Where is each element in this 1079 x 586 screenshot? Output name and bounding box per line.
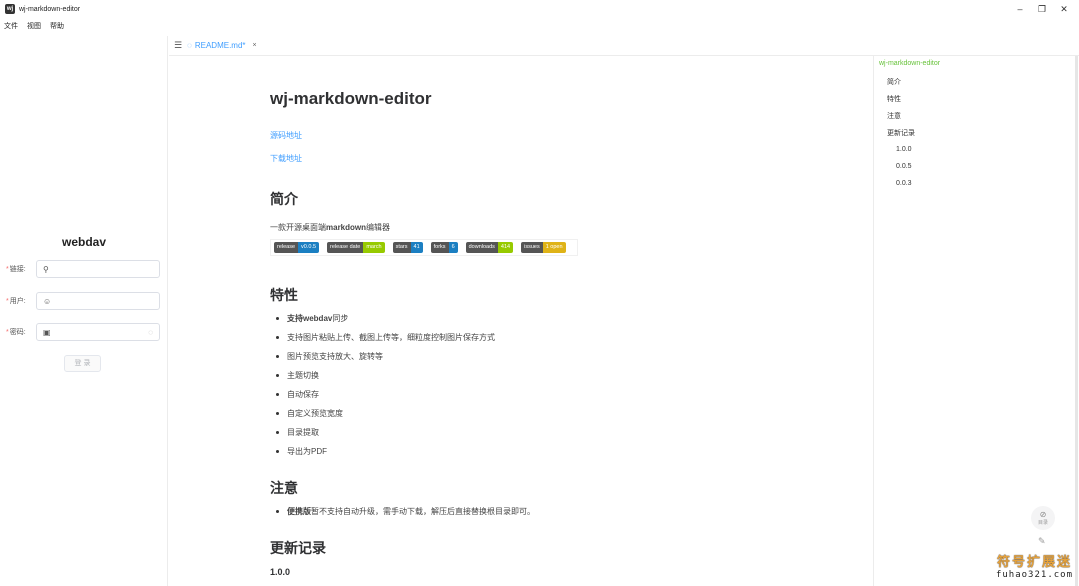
tab-bar: ☰ ◌ README.md* ×: [169, 36, 1079, 56]
webdav-login-panel: webdav *链接: ⚲ *用户: ☺ *密码: ▣ ◌ 登 录: [0, 36, 168, 586]
heading-changelog: 更新记录: [270, 540, 326, 556]
user-input[interactable]: ☺: [36, 292, 160, 310]
list-item: 便携版 暂不支持自动升级，需手动下载，解压后直接替换根目录即可。: [276, 502, 535, 521]
changelog-version: 1.0.0: [270, 567, 291, 577]
badge[interactable]: stars 41: [392, 242, 423, 253]
link-label: *链接:: [6, 266, 26, 273]
window-controls: – ❐ ✕: [1009, 0, 1075, 18]
password-input[interactable]: ▣ ◌: [36, 323, 160, 341]
badge[interactable]: release date march: [327, 242, 385, 253]
outline-item-v100[interactable]: 1.0.0: [896, 146, 912, 153]
source-link[interactable]: 源码地址: [270, 130, 302, 141]
eye-off-icon: ⊘: [1039, 510, 1047, 519]
scrollbar[interactable]: [1075, 56, 1078, 586]
badge[interactable]: forks 6: [430, 242, 458, 253]
notes-list: 便携版 暂不支持自动升级，需手动下载，解压后直接替换根目录即可。: [276, 502, 535, 521]
window-title: wj-markdown-editor: [19, 5, 81, 13]
intro-text: 一款开源桌面端markdown编辑器: [270, 223, 391, 232]
title-bar: wj wj-markdown-editor – ❐ ✕: [0, 0, 1079, 18]
list-item: 自定义预览宽度: [276, 404, 495, 423]
markdown-preview: wj-markdown-editor 源码地址 下载地址 简介 一款开源桌面端m…: [270, 56, 870, 586]
close-tab-icon[interactable]: ×: [253, 42, 257, 49]
link-icon: ⚲: [43, 264, 49, 274]
outline-toggle-icon[interactable]: ☰: [174, 40, 182, 51]
heading-features: 特性: [270, 287, 298, 303]
doc-title: wj-markdown-editor: [270, 89, 432, 108]
heading-notes: 注意: [270, 480, 298, 496]
app-icon: wj: [5, 4, 15, 14]
outline-item-intro[interactable]: 简介: [887, 77, 901, 87]
list-item: 支持webdav 同步: [276, 309, 495, 328]
login-title: webdav: [61, 235, 106, 249]
toggle-outline-button[interactable]: ⊘ 目录: [1031, 506, 1055, 530]
lock-icon: ▣: [43, 327, 51, 337]
list-item: 支持图片粘贴上传、截图上传等，细粒度控制图片保存方式: [276, 328, 495, 347]
list-item: 图片预览支持放大、旋转等: [276, 347, 495, 366]
watermark: 符号扩展迷 fuhao321.com: [996, 551, 1073, 580]
outline-item-v005[interactable]: 0.0.5: [896, 163, 912, 170]
close-button[interactable]: ✕: [1053, 0, 1075, 18]
tab-label: README.md*: [194, 41, 246, 50]
watermark-cn: 符号扩展迷: [996, 554, 1072, 569]
badge-row: release v0.0.5 release date march stars 41 for…: [270, 239, 578, 256]
menu-help[interactable]: 帮助: [50, 21, 64, 31]
edit-icon[interactable]: ✎: [1038, 536, 1046, 547]
user-icon: ☺: [43, 296, 52, 306]
badge[interactable]: downloads 414: [465, 242, 514, 253]
list-item: 自动保存: [276, 385, 495, 404]
menu-view[interactable]: 视图: [27, 21, 41, 31]
file-icon: ◌: [187, 41, 192, 50]
badge[interactable]: issues 1 open: [521, 242, 566, 253]
tab-readme[interactable]: ◌ README.md* ×: [187, 41, 257, 50]
password-label: *密码:: [6, 329, 26, 336]
outline-item-changelog[interactable]: 更新记录: [887, 128, 915, 138]
list-item: 目录提取: [276, 423, 495, 442]
outline-item-features[interactable]: 特性: [887, 94, 901, 104]
list-item: 主题切换: [276, 366, 495, 385]
outline-item-root[interactable]: wj-markdown-editor: [879, 60, 940, 67]
list-item: 导出为PDF: [276, 442, 495, 461]
badge[interactable]: release v0.0.5: [274, 242, 320, 253]
watermark-en: fuhao321.com: [995, 570, 1073, 580]
features-list: 支持webdav 同步 支持图片粘贴上传、截图上传等，细粒度控制图片保存方式 图片预览…: [276, 309, 495, 461]
link-field-row: *链接: ⚲: [6, 260, 160, 278]
minimize-button[interactable]: –: [1009, 0, 1031, 18]
menu-file[interactable]: 文件: [4, 21, 18, 31]
maximize-button[interactable]: ❐: [1031, 0, 1053, 18]
heading-intro: 简介: [270, 191, 298, 207]
outline-item-notes[interactable]: 注意: [887, 111, 901, 121]
toggle-outline-label: 目录: [1037, 520, 1048, 526]
user-field-row: *用户: ☺: [6, 292, 160, 310]
link-input[interactable]: ⚲: [36, 260, 160, 278]
download-link[interactable]: 下载地址: [270, 153, 302, 164]
menu-bar: 文件 视图 帮助: [0, 18, 73, 34]
login-button[interactable]: 登 录: [64, 355, 101, 372]
eye-off-icon[interactable]: ◌: [148, 328, 153, 337]
password-field-row: *密码: ▣ ◌: [6, 323, 160, 341]
user-label: *用户:: [6, 298, 26, 305]
outline-item-v003[interactable]: 0.0.3: [896, 180, 912, 187]
